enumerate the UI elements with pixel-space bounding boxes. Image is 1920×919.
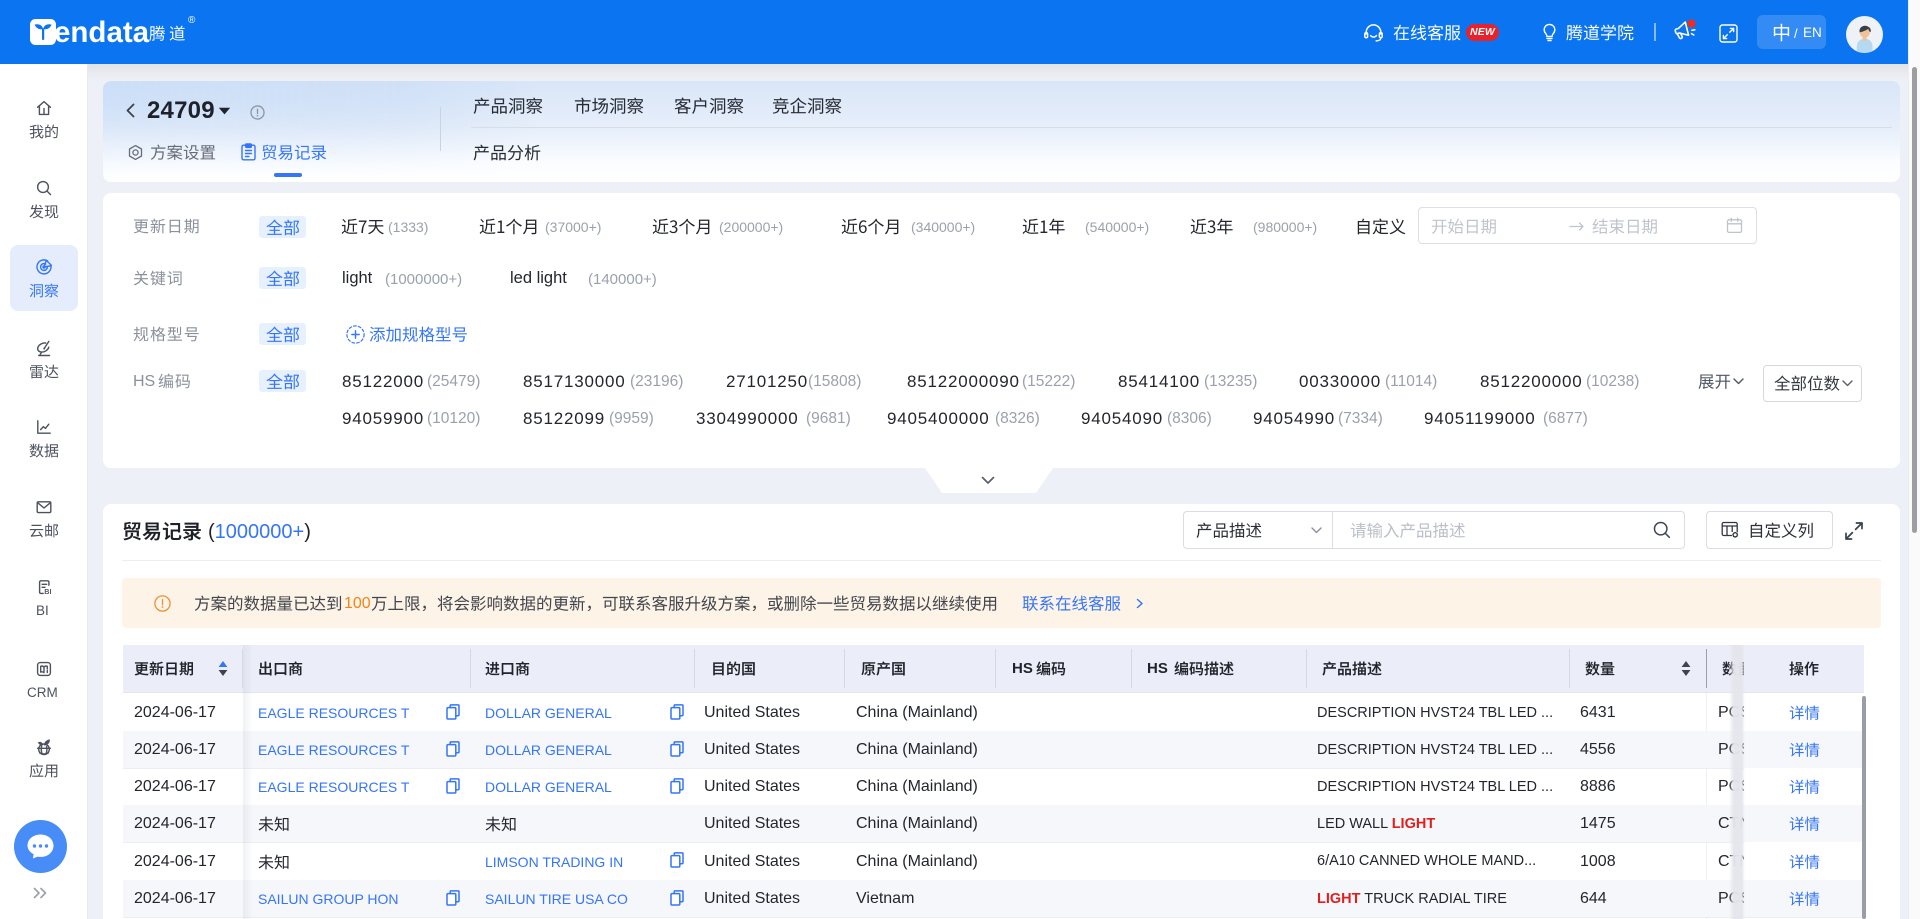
svg-text:BI: BI: [44, 587, 51, 596]
